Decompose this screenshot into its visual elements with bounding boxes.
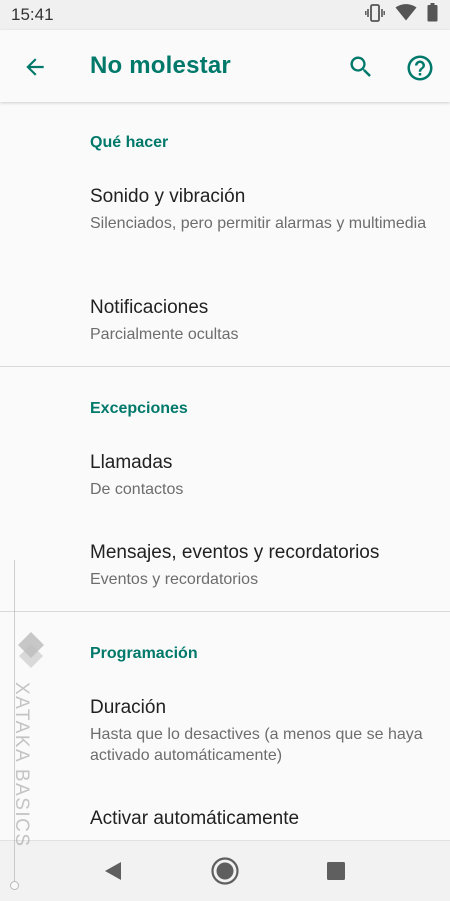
nav-home-icon [211, 857, 239, 885]
section-header-que-hacer: Qué hacer [90, 134, 169, 151]
pref-title: Activar automáticamente [90, 808, 300, 829]
status-icons [365, 3, 438, 27]
pref-title: Llamadas [90, 452, 173, 473]
section-header-programacion: Programación [90, 645, 198, 662]
pref-llamadas[interactable]: Llamadas De contactos [0, 452, 450, 512]
divider [0, 366, 450, 367]
wifi-icon [395, 4, 417, 26]
nav-back-button[interactable] [95, 853, 131, 889]
settings-list: Qué hacer Sonido y vibración Silenciados… [0, 102, 450, 840]
navigation-bar [0, 840, 450, 901]
status-bar: 15:41 [0, 0, 450, 30]
help-button[interactable] [402, 50, 438, 86]
pref-sonido-vibracion[interactable]: Sonido y vibración Silenciados, pero per… [0, 186, 450, 266]
nav-recents-button[interactable] [318, 853, 354, 889]
battery-icon [427, 3, 438, 27]
search-icon [350, 56, 371, 77]
nav-recents-icon [327, 862, 345, 880]
app-bar: No molestar [0, 30, 450, 102]
pref-summary: De contactos [90, 481, 184, 498]
status-time: 15:41 [11, 5, 54, 24]
pref-summary: Hasta que lo desactives (a menos que se … [90, 726, 423, 764]
pref-title: Duración [90, 697, 167, 718]
pref-summary: Parcialmente ocultas [90, 326, 239, 343]
nav-home-button[interactable] [207, 853, 243, 889]
vibrate-icon [365, 3, 385, 27]
pref-title: Sonido y vibración [90, 186, 246, 207]
arrow-back-icon [26, 58, 44, 76]
pref-summary: Silenciados, pero permitir alarmas y mul… [90, 215, 427, 232]
pref-notificaciones[interactable]: Notificaciones Parcialmente ocultas [0, 297, 450, 357]
divider [0, 611, 450, 612]
pref-duracion[interactable]: Duración Hasta que lo desactives (a meno… [0, 697, 450, 777]
pref-activar-automaticamente[interactable]: Activar automáticamente [0, 808, 450, 840]
back-button[interactable] [18, 50, 52, 84]
page-title: No molestar [90, 52, 231, 79]
pref-summary: Eventos y recordatorios [90, 571, 259, 588]
pref-title: Notificaciones [90, 297, 209, 318]
nav-back-icon [105, 862, 121, 880]
pref-title: Mensajes, eventos y recordatorios [90, 542, 380, 563]
search-button[interactable] [344, 50, 378, 84]
pref-mensajes-eventos[interactable]: Mensajes, eventos y recordatorios Evento… [0, 542, 450, 602]
section-header-excepciones: Excepciones [90, 400, 188, 417]
help-icon [407, 55, 433, 81]
